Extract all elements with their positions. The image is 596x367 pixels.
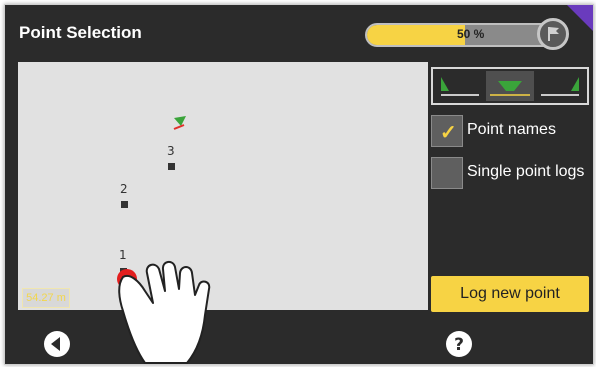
progress-label: 50 % xyxy=(457,27,485,41)
target-marker xyxy=(173,116,186,130)
flag-icon xyxy=(548,27,559,41)
left-slope-view-icon xyxy=(441,77,479,96)
progress-fill xyxy=(367,25,465,45)
point-label-2: 2 xyxy=(120,182,128,196)
help-button[interactable]: ? xyxy=(445,330,473,358)
svg-text:?: ? xyxy=(454,335,464,355)
view-mode-center[interactable] xyxy=(486,71,534,101)
point-label-3: 3 xyxy=(167,144,175,158)
finish-flag-button[interactable] xyxy=(537,18,569,50)
single-point-logs-label: Single point logs xyxy=(467,163,585,180)
point-names-label: Point names xyxy=(467,121,556,138)
point-2[interactable] xyxy=(121,201,128,208)
scale-indicator: 54.27 m xyxy=(22,288,70,308)
back-arrow-icon xyxy=(44,331,70,357)
checkmark-icon: ✓ xyxy=(440,122,457,144)
view-mode-right[interactable] xyxy=(537,71,585,101)
app-window: Point Selection 50 % 3 2 1 54.27 m ✓ Poi… xyxy=(4,4,594,365)
help-icon: ? xyxy=(446,331,472,357)
view-mode-left[interactable] xyxy=(435,71,483,101)
hand-pointer-icon xyxy=(105,255,265,364)
page-title: Point Selection xyxy=(19,23,142,42)
progress-bar: 50 % xyxy=(365,23,565,47)
corner-badge xyxy=(567,5,593,31)
log-new-point-button[interactable]: Log new point xyxy=(431,276,589,312)
center-cut-view-icon xyxy=(490,81,530,96)
point-3[interactable] xyxy=(168,163,175,170)
right-slope-view-icon xyxy=(541,77,579,96)
single-point-logs-checkbox[interactable] xyxy=(431,157,463,189)
view-mode-selector xyxy=(431,67,589,105)
point-names-checkbox[interactable]: ✓ xyxy=(431,115,463,147)
back-button[interactable] xyxy=(43,330,71,358)
